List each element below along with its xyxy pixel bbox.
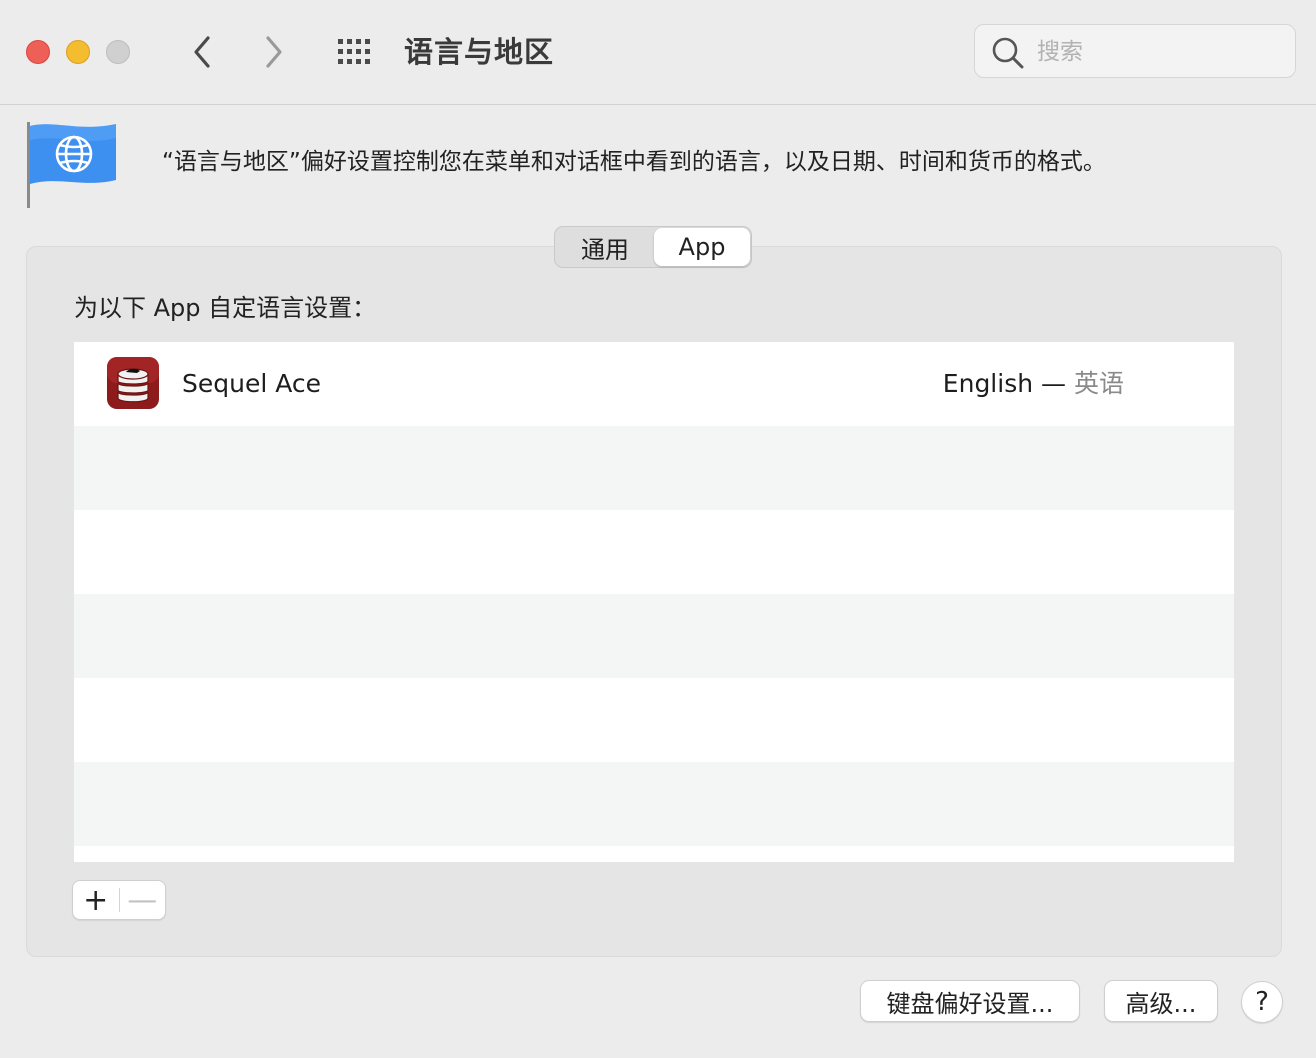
show-all-button[interactable] — [336, 36, 376, 68]
app-name: Sequel Ace — [182, 369, 322, 398]
app-language-separator: — — [1033, 369, 1074, 398]
empty-row — [74, 846, 1234, 862]
advanced-button[interactable]: 高级... — [1104, 980, 1218, 1022]
add-app-button[interactable]: + — [73, 881, 119, 919]
close-window-button[interactable] — [26, 40, 50, 64]
app-language-name: English — [942, 369, 1034, 398]
chevron-left-icon — [194, 36, 210, 68]
app-language-native-name: 英语 — [1073, 369, 1124, 398]
language-region-flag-icon — [24, 118, 124, 210]
forward-button[interactable] — [254, 32, 294, 72]
app-language[interactable]: English — 英语 — [943, 364, 1124, 404]
title-bar: 语言与地区 — [0, 0, 1316, 105]
search-icon — [992, 37, 1024, 69]
empty-row — [74, 762, 1234, 846]
remove-app-button[interactable]: — — [119, 881, 165, 919]
search-field[interactable] — [974, 24, 1296, 78]
back-button[interactable] — [182, 32, 222, 72]
keyboard-preferences-button[interactable]: 键盘偏好设置... — [860, 980, 1080, 1022]
minimize-window-button[interactable] — [66, 40, 90, 64]
zoom-window-button — [106, 40, 130, 64]
tab-bar: 通用 App — [554, 226, 752, 268]
empty-row — [74, 594, 1234, 678]
search-input[interactable] — [1035, 33, 1279, 71]
window-title: 语言与地区 — [404, 35, 555, 69]
list-add-remove-control: + — — [72, 880, 166, 920]
description-text: “语言与地区”偏好设置控制您在菜单和对话框中看到的语言，以及日期、时间和货币的格… — [162, 149, 1106, 175]
help-button[interactable]: ? — [1241, 981, 1283, 1023]
tab-general[interactable]: 通用 — [556, 228, 654, 266]
empty-row — [74, 426, 1234, 510]
list-item[interactable]: Sequel Ace English — 英语 — [74, 342, 1234, 426]
app-list-label: 为以下 App 自定语言设置： — [74, 294, 377, 322]
empty-row — [74, 510, 1234, 594]
sequel-ace-app-icon — [107, 357, 159, 409]
app-language-list[interactable]: Sequel Ace English — 英语 — [74, 342, 1234, 862]
tab-app[interactable]: App — [654, 228, 750, 266]
empty-row — [74, 678, 1234, 762]
grid-icon — [338, 39, 370, 64]
chevron-right-icon — [266, 36, 282, 68]
